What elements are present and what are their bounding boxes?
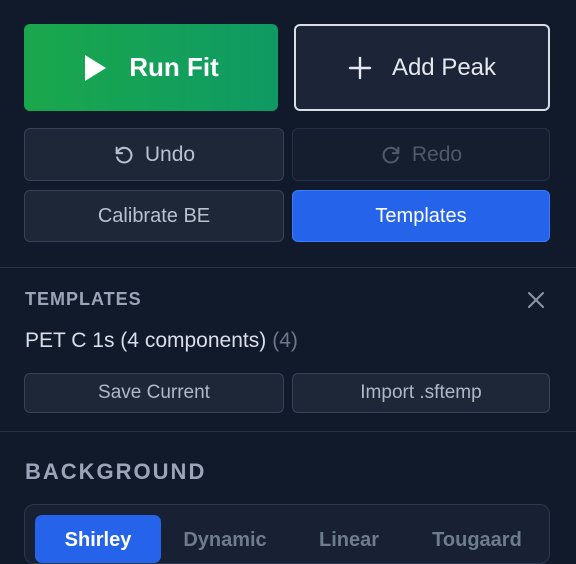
templates-section-title: TEMPLATES: [25, 289, 142, 309]
background-method-selector: Shirley Dynamic Linear Tougaard: [24, 504, 550, 564]
calibrate-be-button[interactable]: Calibrate BE: [24, 190, 284, 242]
import-template-label: Import .sftemp: [360, 382, 482, 403]
divider: [0, 431, 576, 432]
templates-button[interactable]: Templates: [292, 190, 550, 242]
template-item[interactable]: PET C 1s (4 components) (4): [25, 329, 298, 353]
close-templates-button[interactable]: [524, 288, 548, 312]
redo-label: Redo: [411, 142, 463, 166]
background-option-dynamic[interactable]: Dynamic: [165, 515, 285, 563]
save-current-button[interactable]: Save Current: [24, 373, 284, 413]
redo-button[interactable]: Redo: [292, 128, 550, 181]
background-option-shirley[interactable]: Shirley: [35, 515, 161, 563]
background-option-label: Tougaard: [432, 529, 522, 551]
template-count: (4): [272, 329, 298, 352]
template-name: PET C 1s (4 components): [25, 329, 267, 352]
undo-button[interactable]: Undo: [24, 128, 284, 181]
add-peak-button[interactable]: Add Peak: [294, 24, 550, 111]
save-current-label: Save Current: [98, 382, 210, 403]
add-peak-label: Add Peak: [391, 53, 497, 81]
background-section-title: BACKGROUND: [25, 459, 207, 484]
background-option-tougaard[interactable]: Tougaard: [413, 515, 541, 563]
run-fit-button[interactable]: Run Fit: [24, 24, 278, 111]
redo-icon: [380, 144, 402, 166]
divider: [0, 267, 576, 268]
calibrate-be-label: Calibrate BE: [97, 204, 211, 227]
play-icon: [83, 54, 107, 82]
run-fit-label: Run Fit: [129, 52, 219, 82]
background-option-label: Dynamic: [183, 529, 267, 551]
background-option-linear[interactable]: Linear: [289, 515, 409, 563]
background-option-label: Shirley: [64, 529, 132, 551]
plus-icon: [348, 56, 372, 80]
undo-icon: [113, 144, 135, 166]
background-option-label: Linear: [318, 529, 380, 551]
undo-label: Undo: [144, 142, 196, 166]
import-template-button[interactable]: Import .sftemp: [292, 373, 550, 413]
close-icon: [527, 291, 545, 309]
templates-label: Templates: [375, 204, 467, 227]
